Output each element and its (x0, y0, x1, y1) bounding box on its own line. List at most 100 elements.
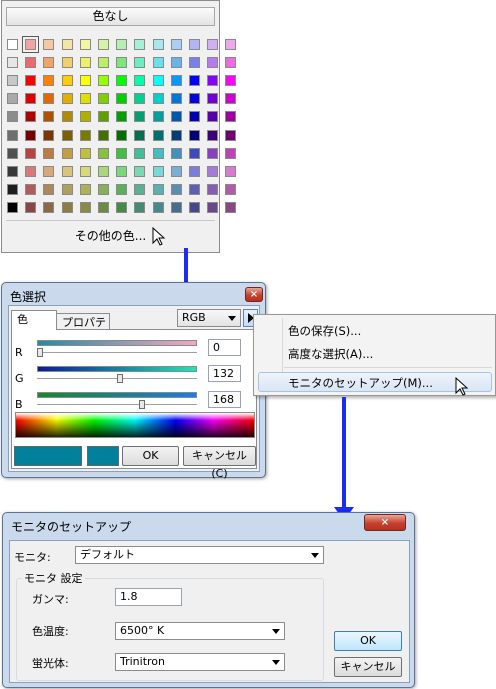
color-swatch[interactable] (79, 183, 91, 195)
color-swatch[interactable] (61, 147, 73, 159)
color-swatch[interactable] (207, 39, 219, 50)
color-swatch[interactable] (98, 129, 109, 141)
color-swatch[interactable] (207, 165, 219, 177)
channel-slider-track[interactable] (37, 392, 197, 398)
color-swatch[interactable] (225, 111, 237, 123)
color-swatch[interactable] (61, 201, 73, 213)
color-swatch[interactable] (170, 93, 182, 105)
color-swatch[interactable] (189, 111, 200, 123)
color-swatch[interactable] (207, 75, 219, 87)
color-swatch[interactable] (61, 129, 73, 141)
color-swatch[interactable] (189, 201, 200, 213)
color-swatch[interactable] (61, 93, 73, 105)
color-swatch[interactable] (98, 39, 109, 50)
color-swatch[interactable] (207, 111, 219, 123)
color-swatch[interactable] (43, 57, 55, 69)
color-swatch[interactable] (7, 201, 18, 213)
color-swatch[interactable] (98, 111, 109, 123)
color-swatch[interactable] (25, 75, 37, 87)
color-swatch[interactable] (152, 39, 164, 50)
color-swatch[interactable] (116, 201, 128, 213)
color-swatch[interactable] (25, 111, 37, 123)
color-swatch[interactable] (152, 165, 164, 177)
color-swatch[interactable] (207, 57, 219, 69)
channel-slider-track[interactable] (37, 366, 197, 372)
color-swatch[interactable] (25, 93, 37, 105)
channel-slider-thumb[interactable] (117, 374, 124, 383)
gamma-field[interactable]: 1.8 (115, 588, 182, 606)
color-swatch[interactable] (189, 75, 200, 87)
color-swatch[interactable] (79, 111, 91, 123)
color-swatch[interactable] (134, 93, 146, 105)
color-swatch[interactable] (152, 201, 164, 213)
color-swatch[interactable] (61, 39, 73, 50)
color-swatch[interactable] (225, 183, 237, 195)
channel-value-field[interactable]: 168 (208, 391, 241, 408)
color-swatch[interactable] (170, 57, 182, 69)
color-swatch[interactable] (98, 165, 109, 177)
color-swatch[interactable] (225, 201, 237, 213)
color-swatch[interactable] (7, 57, 18, 69)
color-swatch[interactable] (170, 75, 182, 87)
color-swatch[interactable] (79, 165, 91, 177)
menu-item-monitor-setup[interactable]: モニタのセットアップ(M)... (288, 375, 433, 391)
color-swatch[interactable] (43, 183, 55, 195)
color-swatch[interactable] (189, 93, 200, 105)
color-swatch[interactable] (7, 111, 18, 123)
menu-item-save-color[interactable]: 色の保存(S)... (288, 323, 361, 339)
color-swatch[interactable] (170, 183, 182, 195)
color-swatch[interactable] (152, 129, 164, 141)
color-swatch[interactable] (116, 165, 128, 177)
color-swatch[interactable] (134, 165, 146, 177)
color-swatch[interactable] (116, 57, 128, 69)
color-swatch[interactable] (43, 165, 55, 177)
close-icon[interactable]: × (245, 287, 263, 302)
color-swatch[interactable] (61, 57, 73, 69)
color-swatch[interactable] (225, 165, 237, 177)
color-swatch[interactable] (116, 183, 128, 195)
color-swatch[interactable] (170, 39, 182, 50)
color-swatch[interactable] (116, 129, 128, 141)
menu-item-advanced-select[interactable]: 高度な選択(A)... (288, 346, 373, 362)
color-swatch[interactable] (61, 75, 73, 87)
color-swatch[interactable] (7, 129, 18, 141)
cancel-button[interactable]: キャンセル(C) (183, 446, 256, 480)
color-swatch[interactable] (98, 93, 109, 105)
channel-value-field[interactable]: 0 (208, 339, 241, 356)
cancel-button[interactable]: キャンセル (334, 657, 402, 677)
color-swatch[interactable] (116, 111, 128, 123)
color-swatch[interactable] (134, 201, 146, 213)
color-swatch[interactable] (79, 201, 91, 213)
color-swatch[interactable] (225, 129, 237, 141)
color-swatch[interactable] (98, 183, 109, 195)
color-swatch[interactable] (134, 75, 146, 87)
color-swatch[interactable] (225, 147, 237, 159)
color-swatch[interactable] (61, 165, 73, 177)
color-swatch[interactable] (189, 129, 200, 141)
color-swatch[interactable] (25, 57, 37, 69)
color-temperature-select[interactable]: 6500° K (115, 622, 285, 640)
color-swatch[interactable] (25, 147, 37, 159)
color-swatch[interactable] (22, 36, 40, 53)
color-swatch[interactable] (7, 147, 18, 159)
color-swatch[interactable] (79, 147, 91, 159)
color-swatch[interactable] (43, 39, 55, 50)
color-swatch[interactable] (134, 147, 146, 159)
channel-slider-track[interactable] (37, 340, 197, 346)
color-swatch[interactable] (189, 165, 200, 177)
channel-slider-thumb[interactable] (138, 400, 145, 409)
color-model-select[interactable]: RGB (177, 309, 241, 327)
color-swatch[interactable] (170, 201, 182, 213)
color-swatch[interactable] (43, 129, 55, 141)
color-swatch[interactable] (7, 39, 18, 50)
color-swatch[interactable] (207, 147, 219, 159)
color-swatch[interactable] (43, 111, 55, 123)
color-swatch[interactable] (79, 93, 91, 105)
ok-button[interactable]: OK (334, 631, 402, 651)
channel-slider-thumb[interactable] (37, 348, 43, 357)
tab-color[interactable]: 色 (11, 310, 57, 330)
color-swatch[interactable] (25, 201, 37, 213)
color-swatch[interactable] (170, 129, 182, 141)
color-swatch[interactable] (116, 39, 128, 50)
color-swatch[interactable] (152, 57, 164, 69)
